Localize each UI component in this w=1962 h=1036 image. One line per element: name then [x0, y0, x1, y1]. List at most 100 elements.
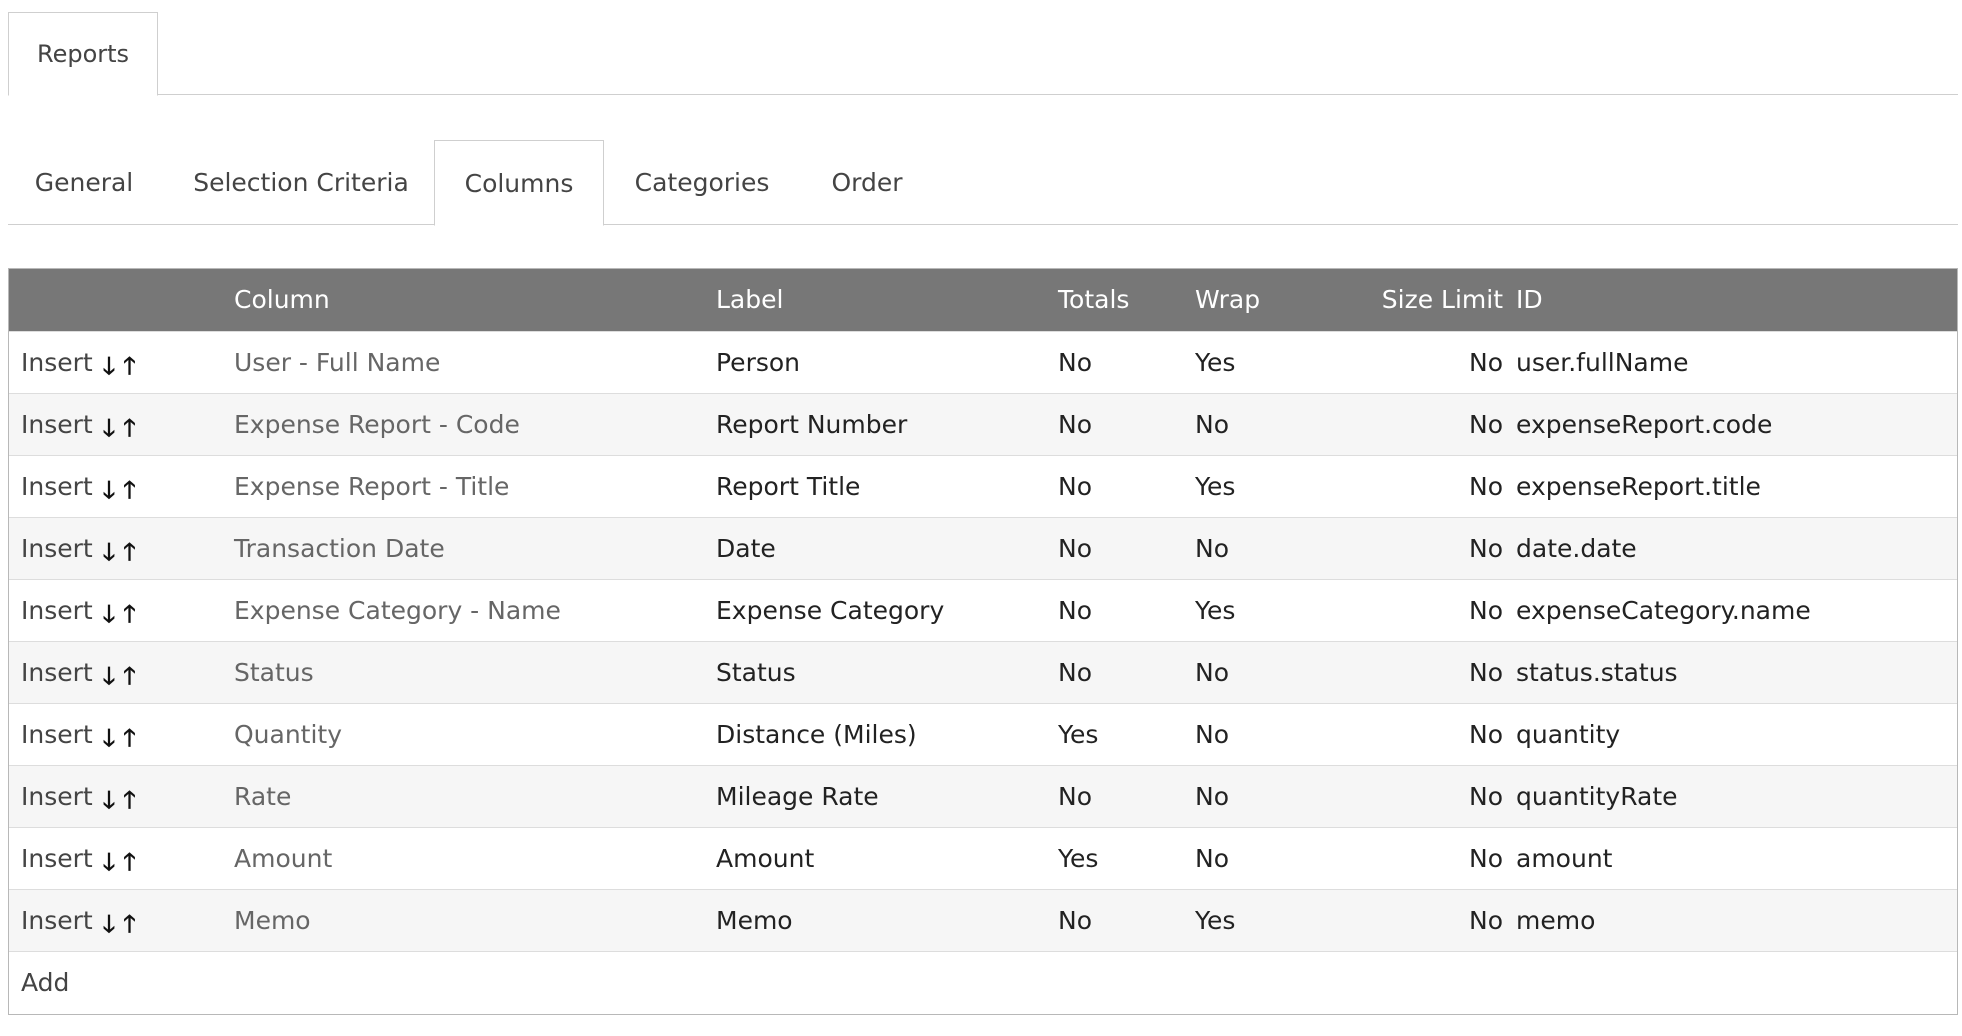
- cell-column[interactable]: Memo: [234, 890, 311, 952]
- row-actions: Insert 🡓 🡑: [21, 332, 136, 394]
- insert-link[interactable]: Insert: [21, 534, 93, 563]
- cell-wrap: Yes: [1195, 596, 1236, 625]
- cell-column[interactable]: Expense Report - Code: [234, 394, 520, 456]
- table-row: Insert 🡓 🡑 Rate Mileage Rate No No No quantityRa…: [9, 765, 1957, 827]
- tab-selection-criteria[interactable]: Selection Criteria: [160, 140, 442, 225]
- row-actions: Insert 🡓 🡑: [21, 704, 136, 766]
- cell-size-limit: No: [1469, 534, 1503, 563]
- insert-link[interactable]: Insert: [21, 410, 93, 439]
- arrow-up-icon[interactable]: 🡑: [123, 893, 135, 955]
- arrow-up-icon[interactable]: 🡑: [123, 335, 135, 397]
- cell-label: Report Number: [716, 410, 908, 439]
- arrow-down-icon[interactable]: 🡓: [103, 521, 115, 583]
- arrow-down-icon[interactable]: 🡓: [103, 583, 115, 645]
- cell-size-limit: No: [1469, 410, 1503, 439]
- cell-column[interactable]: User - Full Name: [234, 332, 440, 394]
- arrow-up-icon[interactable]: 🡑: [123, 769, 135, 831]
- insert-link[interactable]: Insert: [21, 844, 93, 873]
- table-row: Insert 🡓 🡑 Transaction Date Date No No No date.d…: [9, 517, 1957, 579]
- arrow-up-icon[interactable]: 🡑: [123, 397, 135, 459]
- cell-label: Distance (Miles): [716, 720, 917, 749]
- cell-column[interactable]: Quantity: [234, 704, 342, 766]
- cell-column[interactable]: Amount: [234, 828, 332, 890]
- arrow-down-icon[interactable]: 🡓: [103, 831, 115, 893]
- cell-size-limit: No: [1469, 720, 1503, 749]
- table-row: Insert 🡓 🡑 Amount Amount Yes No No amount: [9, 827, 1957, 889]
- cell-column[interactable]: Expense Category - Name: [234, 580, 561, 642]
- arrow-down-icon[interactable]: 🡓: [103, 893, 115, 955]
- cell-wrap: No: [1195, 720, 1229, 749]
- row-actions: Insert 🡓 🡑: [21, 580, 136, 642]
- cell-totals: Yes: [1058, 844, 1099, 873]
- table-row: Insert 🡓 🡑 Expense Report - Code Report Numb…: [9, 393, 1957, 455]
- cell-column[interactable]: Rate: [234, 766, 291, 828]
- arrow-down-icon[interactable]: 🡓: [103, 459, 115, 521]
- arrow-down-icon[interactable]: 🡓: [103, 769, 115, 831]
- cell-size-limit: No: [1469, 348, 1503, 377]
- arrow-down-icon[interactable]: 🡓: [103, 707, 115, 769]
- cell-id: status.status: [1516, 658, 1678, 687]
- table-row: Insert 🡓 🡑 Expense Category - Name Expense C…: [9, 579, 1957, 641]
- cell-column[interactable]: Transaction Date: [234, 518, 445, 580]
- arrow-up-icon[interactable]: 🡑: [123, 459, 135, 521]
- cell-wrap: Yes: [1195, 906, 1236, 935]
- tab-general[interactable]: General: [8, 140, 160, 225]
- header-id[interactable]: ID: [1516, 269, 1543, 331]
- table-body: Insert 🡓 🡑 User - Full Name Person No Yes No use…: [9, 331, 1957, 951]
- cell-wrap: Yes: [1195, 472, 1236, 501]
- insert-link[interactable]: Insert: [21, 906, 93, 935]
- add-button[interactable]: Add: [21, 952, 69, 1014]
- cell-wrap: No: [1195, 410, 1229, 439]
- cell-id: quantityRate: [1516, 782, 1678, 811]
- arrow-down-icon[interactable]: 🡓: [103, 335, 115, 397]
- cell-id: amount: [1516, 844, 1613, 873]
- cell-id: user.fullName: [1516, 348, 1689, 377]
- arrow-up-icon[interactable]: 🡑: [123, 645, 135, 707]
- cell-label: Amount: [716, 844, 815, 873]
- tab-categories[interactable]: Categories: [604, 140, 800, 225]
- cell-size-limit: No: [1469, 782, 1503, 811]
- cell-wrap: No: [1195, 782, 1229, 811]
- insert-link[interactable]: Insert: [21, 596, 93, 625]
- row-actions: Insert 🡓 🡑: [21, 828, 136, 890]
- tab-reports[interactable]: Reports: [8, 12, 158, 96]
- cell-size-limit: No: [1469, 658, 1503, 687]
- arrow-up-icon[interactable]: 🡑: [123, 583, 135, 645]
- cell-id: memo: [1516, 906, 1596, 935]
- cell-wrap: No: [1195, 658, 1229, 687]
- arrow-down-icon[interactable]: 🡓: [103, 645, 115, 707]
- cell-id: quantity: [1516, 720, 1621, 749]
- header-column[interactable]: Column: [234, 269, 330, 331]
- arrow-up-icon[interactable]: 🡑: [123, 707, 135, 769]
- arrow-up-icon[interactable]: 🡑: [123, 521, 135, 583]
- insert-link[interactable]: Insert: [21, 658, 93, 687]
- insert-link[interactable]: Insert: [21, 720, 93, 749]
- arrow-up-icon[interactable]: 🡑: [123, 831, 135, 893]
- cell-totals: No: [1058, 534, 1092, 563]
- columns-table: Column Label Totals Wrap Size Limit ID I…: [8, 268, 1958, 1015]
- insert-link[interactable]: Insert: [21, 348, 93, 377]
- tab-columns[interactable]: Columns: [434, 140, 604, 226]
- row-actions: Insert 🡓 🡑: [21, 766, 136, 828]
- cell-label: Status: [716, 658, 796, 687]
- cell-label: Memo: [716, 906, 793, 935]
- cell-column[interactable]: Expense Report - Title: [234, 456, 509, 518]
- cell-column[interactable]: Status: [234, 642, 314, 704]
- cell-totals: No: [1058, 906, 1092, 935]
- cell-totals: No: [1058, 782, 1092, 811]
- header-label[interactable]: Label: [716, 269, 783, 331]
- cell-id: expenseReport.code: [1516, 410, 1773, 439]
- row-actions: Insert 🡓 🡑: [21, 394, 136, 456]
- cell-wrap: No: [1195, 534, 1229, 563]
- cell-totals: No: [1058, 472, 1092, 501]
- table-row: Insert 🡓 🡑 Expense Report - Title Report Tit…: [9, 455, 1957, 517]
- cell-size-limit: No: [1469, 906, 1503, 935]
- header-wrap[interactable]: Wrap: [1195, 269, 1260, 331]
- header-size-limit[interactable]: Size Limit: [1339, 269, 1503, 331]
- cell-totals: No: [1058, 410, 1092, 439]
- insert-link[interactable]: Insert: [21, 782, 93, 811]
- arrow-down-icon[interactable]: 🡓: [103, 397, 115, 459]
- header-totals[interactable]: Totals: [1058, 269, 1129, 331]
- insert-link[interactable]: Insert: [21, 472, 93, 501]
- tab-order[interactable]: Order: [800, 140, 934, 225]
